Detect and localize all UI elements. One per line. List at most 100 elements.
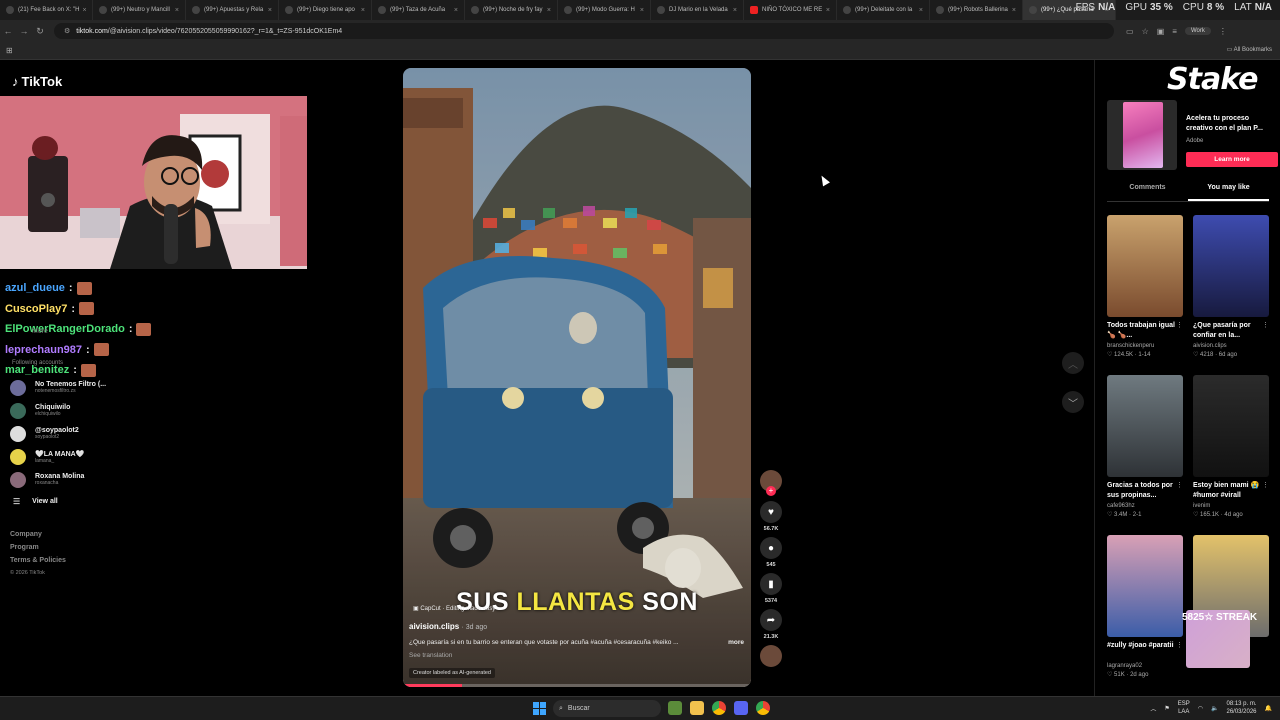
avatar[interactable] [10,402,26,419]
like-action[interactable]: ♥ 56.7K [758,501,784,532]
wifi-icon[interactable]: ◠ [1198,705,1203,712]
share-icon[interactable]: ➦ [760,609,782,631]
close-tab-icon[interactable]: × [80,7,87,14]
footer-company-link[interactable]: Company [10,528,66,541]
media-icon[interactable]: ≡ [1172,27,1177,36]
browser-tab[interactable]: (99+) Noche de fry fay × [465,0,558,20]
ad-card[interactable]: Acelera tu proceso creativo con el plan … [1107,96,1279,176]
suggested-video-card[interactable]: Estoy bien mami 😭#humor #virall ivenim ♡ 1… [1193,375,1269,518]
comment-action[interactable]: ● 545 [758,537,784,568]
suggested-video-card[interactable]: #zully #joao #paratii lagranraya02 ♡ 51K ·… [1107,535,1183,678]
previous-video-button[interactable]: ︿ [1062,352,1084,374]
file-explorer-icon[interactable] [690,701,704,715]
video-author[interactable]: branschickenperu [1107,343,1183,349]
close-tab-icon[interactable]: × [172,7,179,14]
following-item[interactable]: Roxana Molina roxanacha [10,468,106,491]
save-action[interactable]: ▮ 5374 [758,573,784,604]
close-tab-icon[interactable]: × [823,7,830,14]
more-options-icon[interactable]: ⋮ [1176,481,1183,489]
next-video-button[interactable]: ﹀ [1062,391,1084,413]
close-tab-icon[interactable]: × [358,7,365,14]
avatar[interactable] [10,425,26,442]
more-options-icon[interactable]: ⋮ [1262,481,1269,489]
comment-icon[interactable]: ● [760,537,782,559]
tab-you-may-like[interactable]: You may like [1188,184,1269,201]
more-options-icon[interactable]: ⋮ [1176,321,1183,329]
following-item[interactable]: 🤍LA MANA🤍 lamana_ [10,445,106,468]
music-disc[interactable] [758,645,784,667]
following-item[interactable]: Chiquiwilo elchiquiwilo [10,399,106,422]
browser-tab[interactable]: (99+) Modo Guerra: H × [558,0,651,20]
suggested-video-card[interactable]: Todos trabajan igual 🍗 🍗... branschickenp… [1107,215,1183,358]
discord-icon[interactable] [734,701,748,715]
tiktok-logo[interactable]: ♪ TikTok [12,74,62,89]
browser-tab[interactable]: (21) Fee Back on X: "H × [0,0,93,20]
share-action[interactable]: ➦ 21.3K [758,609,784,640]
clock[interactable]: 08:13 p. m. 26/03/2026 [1226,700,1256,716]
all-bookmarks-button[interactable]: ▭ All Bookmarks [1227,46,1272,53]
bookmark-icon[interactable]: ▮ [760,573,782,595]
windows-start-icon[interactable] [533,702,546,715]
video-thumbnail[interactable] [1107,215,1183,317]
ad-thumbnail[interactable] [1107,100,1177,170]
menu-icon[interactable]: ⋮ [1219,27,1227,36]
tab-comments[interactable]: Comments [1107,184,1188,201]
notifications-icon[interactable]: 🔔 [1265,705,1272,712]
tray-app-icon[interactable]: ⚑ [1164,705,1169,712]
input-language[interactable]: ESP LAA [1178,700,1190,716]
browser-tab[interactable]: (99+) Diego tiene apo × [279,0,372,20]
back-icon[interactable]: ← [0,26,16,36]
video-player[interactable]: SUS LLANTAS SON ▣ CapCut · Editing made … [403,68,751,687]
cast-icon[interactable]: ▭ [1126,27,1134,36]
close-tab-icon[interactable]: × [637,7,644,14]
profile-button[interactable]: Work [1184,27,1211,35]
more-options-icon[interactable]: ⋮ [1176,641,1183,649]
browser-tab[interactable]: (99+) Neutro y Mancill × [93,0,186,20]
video-thumbnail[interactable] [1107,375,1183,477]
browser-tab[interactable]: (99+) Robots Ballerina × [930,0,1023,20]
volume-icon[interactable]: 🔈 [1211,705,1218,712]
suggested-video-card[interactable]: ¿Que pasaría por confiar en la... aivisio… [1193,215,1269,358]
creator-avatar[interactable]: + [758,470,784,496]
chrome-work-icon[interactable] [756,701,770,715]
browser-tab[interactable]: NIÑO TÓXICO ME RE × [744,0,837,20]
following-item[interactable]: No Tenemos Filtro (... notenemosfiltro.zs [10,376,106,399]
video-author[interactable]: aivision.clips [1193,343,1269,349]
close-tab-icon[interactable]: × [1009,7,1016,14]
video-thumbnail[interactable] [1193,215,1269,317]
see-translation-link[interactable]: See translation [409,652,452,659]
weather-widget-icon[interactable] [668,701,682,715]
video-author[interactable]: lagranraya02 [1107,663,1183,669]
extensions-icon[interactable]: ▣ [1157,27,1165,36]
follow-plus-icon[interactable]: + [766,486,776,496]
tray-chevron-icon[interactable]: ︿ [1150,704,1156,713]
avatar[interactable] [10,379,26,396]
close-tab-icon[interactable]: × [916,7,923,14]
url-input[interactable]: ⚙ tiktok.com/@aivision.clips/video/76205… [54,23,1114,39]
footer-program-link[interactable]: Program [10,541,66,554]
avatar[interactable] [10,448,26,465]
close-tab-icon[interactable]: × [451,7,458,14]
following-item[interactable]: @soypaolot2 soypaolot2 [10,422,106,445]
browser-tab[interactable]: (99+) Taza de Acuña × [372,0,465,20]
site-info-icon[interactable]: ⚙ [64,27,70,35]
video-author[interactable]: ivenim [1193,503,1269,509]
avatar[interactable] [10,471,26,488]
learn-more-button[interactable]: Learn more [1186,152,1278,167]
browser-tab[interactable]: (99+) Apuestas y Rela × [186,0,279,20]
close-tab-icon[interactable]: × [265,7,272,14]
taskbar-search[interactable]: ⌕ Buscar [553,700,661,717]
description-more-link[interactable]: more [728,639,744,646]
reload-icon[interactable]: ↻ [32,26,48,37]
apps-grid-icon[interactable]: ⊞ [6,46,13,55]
more-link[interactable]: More [32,328,48,335]
forward-icon[interactable]: → [16,26,32,36]
close-tab-icon[interactable]: × [544,7,551,14]
video-thumbnail[interactable] [1193,375,1269,477]
video-author[interactable]: cafe963hz [1107,503,1183,509]
suggested-video-card[interactable]: Gracias a todos por sus propinas... cafe9… [1107,375,1183,518]
footer-terms-link[interactable]: Terms & Policies [10,554,66,567]
more-options-icon[interactable]: ⋮ [1262,321,1269,329]
browser-tab[interactable]: DJ Mario en la Velada × [651,0,744,20]
chrome-icon[interactable] [712,701,726,715]
